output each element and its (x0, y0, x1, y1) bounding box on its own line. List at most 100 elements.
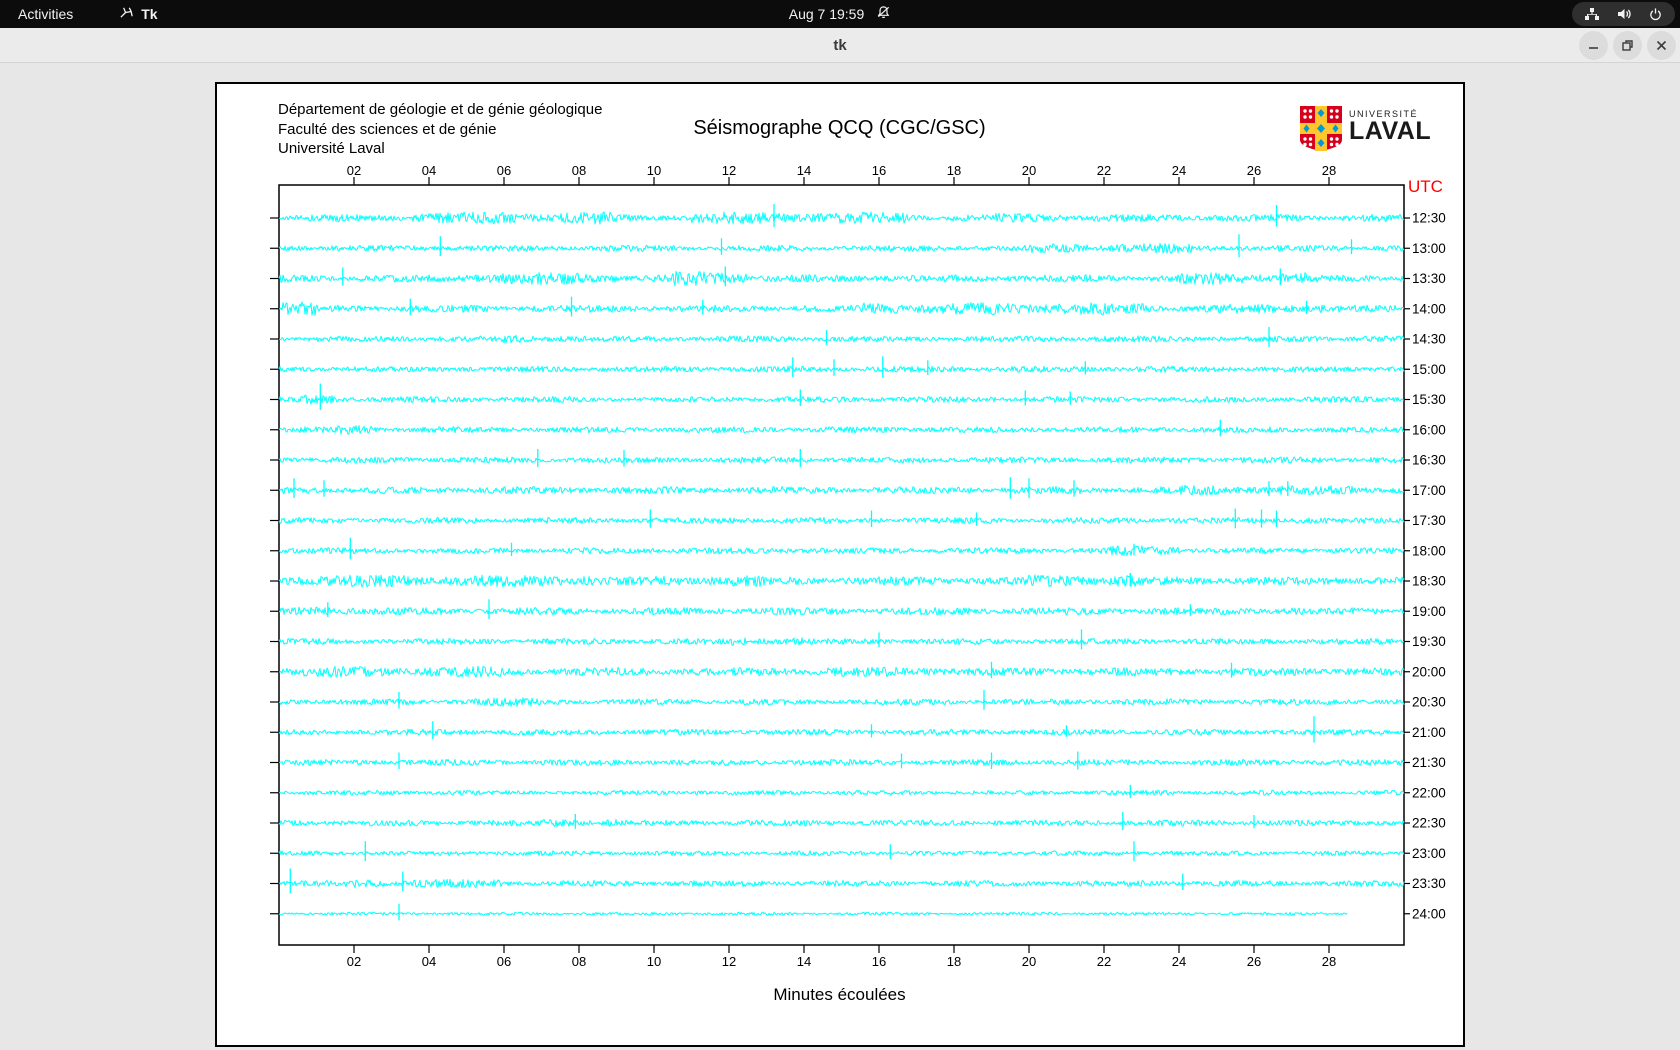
x-tick-label-top: 10 (647, 163, 661, 178)
x-tick-label-bottom: 24 (1172, 954, 1186, 969)
trace-row (278, 242, 1405, 254)
time-label: 16:00 (1412, 422, 1446, 437)
seismograph-canvas: Département de géologie et de génie géol… (215, 82, 1465, 1047)
time-label: 12:30 (1412, 211, 1446, 226)
notifications-muted-icon (876, 5, 891, 23)
trace-row (278, 484, 1405, 496)
x-tick-label-top: 14 (797, 163, 811, 178)
trace-row (278, 301, 1405, 316)
time-label: 19:00 (1412, 604, 1446, 619)
x-tick-label-top: 08 (572, 163, 586, 178)
trace-row (278, 270, 1405, 287)
network-icon (1584, 7, 1600, 21)
time-label: 22:30 (1412, 816, 1446, 831)
time-label: 23:30 (1412, 876, 1446, 891)
x-tick-label-top: 24 (1172, 163, 1186, 178)
time-label: 23:00 (1412, 846, 1446, 861)
time-label: 17:30 (1412, 513, 1446, 528)
time-label: 18:00 (1412, 543, 1446, 558)
laval-shield-icon (1300, 106, 1342, 156)
chart-title: Séismographe QCQ (CGC/GSC) (693, 117, 986, 139)
trace-row (278, 334, 1405, 344)
header-line-3: Université Laval (278, 140, 385, 157)
top-bar: Aug 7 19:59 Activities Tk (0, 0, 1680, 28)
window-title-bar: tk (0, 28, 1680, 63)
activities-button[interactable]: Activities (0, 0, 91, 28)
power-icon (1648, 7, 1663, 22)
trace-row (278, 456, 1405, 464)
x-tick-label-bottom: 06 (497, 954, 511, 969)
time-label: 14:30 (1412, 332, 1446, 347)
time-label: 14:00 (1412, 301, 1446, 316)
x-tick-label-top: 28 (1322, 163, 1336, 178)
trace-row (278, 878, 1405, 889)
trace-row (278, 394, 1405, 405)
x-tick-label-bottom: 28 (1322, 954, 1336, 969)
x-tick-label-bottom: 14 (797, 954, 811, 969)
x-tick-label-top: 06 (497, 163, 511, 178)
x-tick-label-bottom: 22 (1097, 954, 1111, 969)
x-tick-label-top: 26 (1247, 163, 1261, 178)
trace-row (278, 665, 1405, 678)
time-label: 13:00 (1412, 241, 1446, 256)
x-tick-label-bottom: 26 (1247, 954, 1261, 969)
tk-app-indicator[interactable]: Tk (119, 5, 158, 23)
x-tick-label-top: 18 (947, 163, 961, 178)
x-tick-label-bottom: 10 (647, 954, 661, 969)
trace-row (278, 911, 1348, 916)
minimize-button[interactable] (1579, 31, 1608, 60)
x-tick-label-top: 16 (872, 163, 886, 178)
time-label: 24:00 (1412, 906, 1446, 921)
time-label: 15:00 (1412, 362, 1446, 377)
trace-row (278, 697, 1405, 707)
tk-icon (119, 5, 134, 23)
x-tick-label-bottom: 02 (347, 954, 361, 969)
plot-frame (278, 184, 1405, 946)
x-tick-label-bottom: 20 (1022, 954, 1036, 969)
clock[interactable]: Aug 7 19:59 (789, 6, 865, 22)
volume-icon (1616, 7, 1632, 21)
time-label: 21:00 (1412, 725, 1446, 740)
x-tick-label-bottom: 12 (722, 954, 736, 969)
universite-laval-logo: UNIVERSITÉ LAVAL (1300, 106, 1431, 156)
x-tick-label-top: 20 (1022, 163, 1036, 178)
tk-window-body: Département de géologie et de génie géol… (0, 64, 1680, 1050)
trace-row (278, 606, 1405, 616)
helicorder-svg: 02 02 04 04 06 06 08 08 10 10 12 12 14 14 16 16 18 18 20 20… (270, 163, 1446, 969)
time-label: 21:30 (1412, 755, 1446, 770)
trace-row (278, 545, 1405, 556)
trace-row (278, 850, 1405, 857)
trace-row (278, 758, 1405, 767)
time-label: 15:30 (1412, 392, 1446, 407)
x-axis-label: Minutes écoulées (773, 985, 906, 1004)
time-label: 19:30 (1412, 634, 1446, 649)
x-tick-label-bottom: 04 (422, 954, 436, 969)
trace-row (278, 365, 1405, 373)
system-tray[interactable] (1572, 2, 1675, 26)
trace-row (278, 728, 1405, 736)
time-label: 18:30 (1412, 574, 1446, 589)
maximize-button[interactable] (1613, 31, 1642, 60)
trace-row (278, 211, 1405, 225)
x-tick-label-bottom: 16 (872, 954, 886, 969)
time-label: 16:30 (1412, 453, 1446, 468)
x-tick-label-top: 02 (347, 163, 361, 178)
x-tick-label-top: 12 (722, 163, 736, 178)
x-tick-label-bottom: 18 (947, 954, 961, 969)
trace-row (278, 819, 1405, 828)
time-label: 22:00 (1412, 785, 1446, 800)
window-title: tk (833, 37, 847, 54)
time-label: 20:00 (1412, 664, 1446, 679)
time-label: 20:30 (1412, 695, 1446, 710)
time-label: 17:00 (1412, 483, 1446, 498)
time-label: 13:30 (1412, 271, 1446, 286)
trace-row (278, 574, 1405, 588)
trace-row (278, 425, 1405, 435)
trace-row (278, 637, 1405, 646)
x-tick-label-bottom: 08 (572, 954, 586, 969)
x-tick-label-top: 04 (422, 163, 436, 178)
logo-laval-text: LAVAL (1349, 117, 1432, 145)
close-button[interactable] (1647, 31, 1676, 60)
x-tick-label-top: 22 (1097, 163, 1111, 178)
trace-row (278, 789, 1405, 796)
